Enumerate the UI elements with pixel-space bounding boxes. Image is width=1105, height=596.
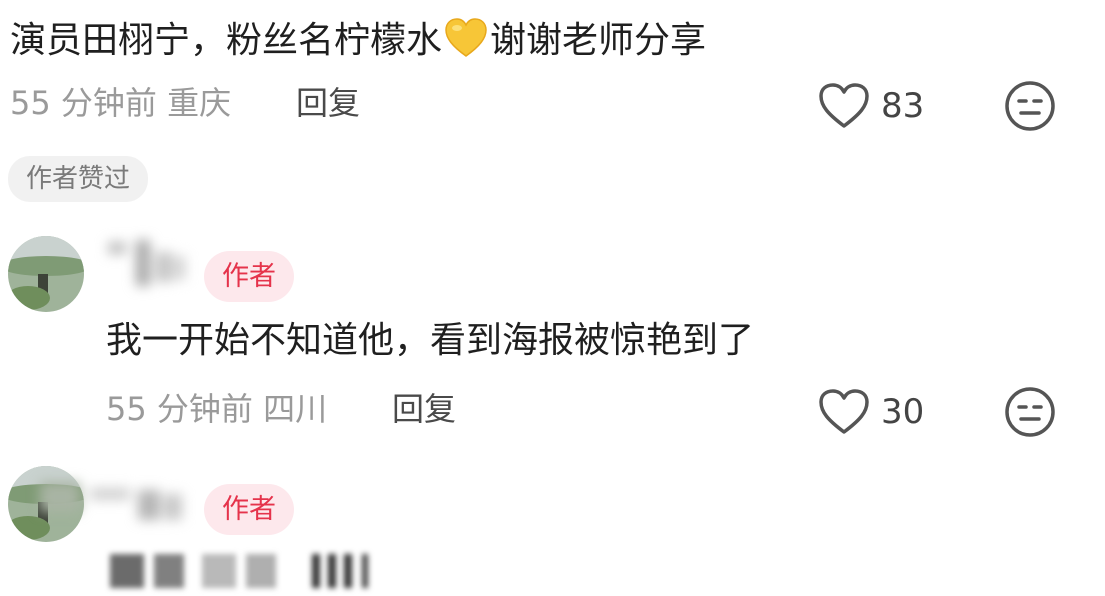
reply-button[interactable]: 回复 xyxy=(392,393,456,425)
comment-text-part: 演员田栩宁，粉丝名柠檬水 xyxy=(10,20,443,61)
avatar[interactable] xyxy=(8,236,84,312)
comment-meta: 55 分钟前 重庆 xyxy=(10,84,232,122)
comment-text: 演员田栩宁，粉丝名柠檬水 谢谢老师分享 xyxy=(10,18,706,59)
username-redacted[interactable] xyxy=(40,474,190,530)
like-heart-icon[interactable] xyxy=(818,388,870,436)
username-blur xyxy=(40,482,182,520)
dislike-face-icon[interactable] xyxy=(1004,80,1056,132)
author-tag: 作者 xyxy=(204,484,294,535)
comment-meta: 55 分钟前 四川 xyxy=(106,390,328,428)
dislike-face-icon[interactable] xyxy=(1004,386,1056,438)
comment-text: 我一开始不知道他，看到海报被惊艳到了 xyxy=(106,320,755,361)
author-liked-badge: 作者赞过 xyxy=(8,156,149,202)
reply-button[interactable]: 回复 xyxy=(296,87,360,119)
yellow-heart-emoji-icon xyxy=(445,18,487,57)
like-count: 30 xyxy=(881,392,925,432)
author-tag: 作者 xyxy=(204,251,294,302)
username-blur xyxy=(108,240,185,286)
comment-text-part: 谢谢老师分享 xyxy=(490,20,707,61)
comment-text-redacted xyxy=(106,548,386,592)
like-count: 83 xyxy=(881,86,925,126)
like-heart-icon[interactable] xyxy=(818,82,870,130)
username-redacted[interactable] xyxy=(100,232,195,294)
comment-text-blur xyxy=(110,554,368,588)
avatar-image xyxy=(8,236,84,312)
